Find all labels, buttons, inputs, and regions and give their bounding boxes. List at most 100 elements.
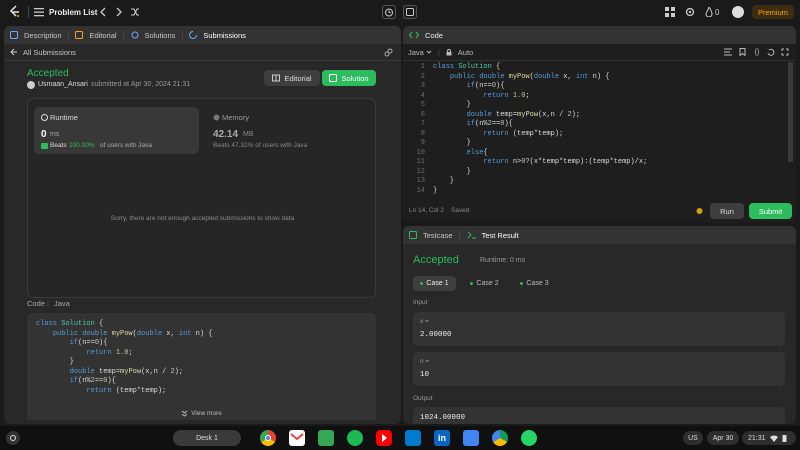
- chevron-left-icon[interactable]: [99, 7, 107, 17]
- left-panel: Description | Editorial | Solutions | Su…: [4, 26, 401, 424]
- line-numbers: 1 2 3 4 5 6 7 8 9 10 11 12 13 14: [416, 63, 425, 195]
- no-data-message: Sorry, there are not enough accepted sub…: [110, 215, 295, 222]
- editorial-button-label: Editorial: [284, 73, 312, 83]
- tab-test-result[interactable]: Test Result: [482, 231, 519, 240]
- braces-icon[interactable]: {}: [753, 48, 761, 56]
- submitted-time: submitted at Apr 30, 2024 21:31: [91, 81, 191, 88]
- leetcode-logo-icon[interactable]: [8, 5, 22, 19]
- editor-tab-bar: Code: [403, 26, 796, 44]
- list-icon[interactable]: [34, 7, 44, 17]
- language-select-value: Java: [408, 47, 424, 57]
- submitter-name[interactable]: Usmaan_Ansari: [38, 81, 88, 88]
- runtime-card[interactable]: Runtime 0 ms Beats 100.00% of users with…: [34, 107, 199, 154]
- runtime-beats-suffix: of users with Java: [100, 142, 153, 149]
- runtime-label: Runtime: [50, 113, 78, 122]
- test-tab-bar: Testcase | Test Result: [403, 226, 796, 244]
- notes-icon[interactable]: [403, 5, 417, 19]
- checkbox-icon: [409, 231, 417, 239]
- launcher-button[interactable]: [6, 431, 20, 445]
- input-n-label: n =: [420, 358, 430, 365]
- case-tab-1[interactable]: Case 1: [413, 276, 456, 291]
- output-box: 1024.00000: [413, 407, 785, 424]
- all-submissions-row: All Submissions: [4, 44, 401, 60]
- test-result-panel: Testcase | Test Result Accepted Runtime:…: [403, 226, 796, 424]
- settings-gear-icon[interactable]: [685, 7, 695, 17]
- view-more-button[interactable]: View more: [27, 400, 376, 420]
- shuffle-icon[interactable]: [130, 7, 140, 17]
- drive-icon[interactable]: [492, 430, 508, 446]
- runtime-beats-pct: 100.00%: [69, 142, 95, 149]
- editorial-button[interactable]: Editorial: [264, 70, 320, 86]
- result-status: Accepted: [413, 254, 459, 266]
- memory-beats: Beats 47.32% of users with Java: [213, 142, 308, 149]
- clock-time: 21:31: [748, 434, 766, 442]
- date-display[interactable]: Apr 30: [707, 431, 739, 445]
- linkedin-icon[interactable]: in: [434, 430, 450, 446]
- description-icon: [10, 31, 18, 39]
- input-label: Input: [413, 299, 428, 306]
- whatsapp-icon[interactable]: [521, 430, 537, 446]
- files-icon[interactable]: [463, 430, 479, 446]
- chevron-down-icon: [426, 49, 432, 55]
- view-more-label: View more: [191, 410, 222, 417]
- chrome-icon[interactable]: [260, 430, 276, 446]
- alarm-clock-icon[interactable]: [382, 5, 396, 19]
- sheets-icon[interactable]: [318, 430, 334, 446]
- link-share-icon[interactable]: [384, 48, 393, 57]
- memory-unit: MB: [243, 131, 254, 138]
- submission-status: Accepted: [27, 68, 69, 79]
- saved-status: Saved: [451, 207, 470, 214]
- runtime-value: 0: [41, 129, 47, 140]
- case-tab-label: Case 3: [526, 280, 549, 287]
- tab-testcase[interactable]: Testcase: [423, 231, 453, 240]
- debug-bug-icon[interactable]: [695, 206, 704, 215]
- run-button[interactable]: Run: [710, 203, 744, 219]
- tab-submissions[interactable]: Submissions: [203, 31, 246, 40]
- os-taskbar: Desk 1 in US Apr 30 21:31: [0, 426, 800, 450]
- case-pass-dot: [520, 282, 524, 285]
- chevron-right-icon[interactable]: [115, 7, 123, 17]
- memory-card[interactable]: Memory 42.14 MB Beats 47.32% of users wi…: [208, 107, 368, 154]
- problem-list-link[interactable]: Problem List: [49, 8, 97, 17]
- avatar[interactable]: [732, 6, 744, 18]
- code-label: Code: [27, 299, 45, 308]
- editor-scrollbar[interactable]: [788, 62, 793, 162]
- case-tab-label: Case 2: [476, 280, 499, 287]
- terminal-icon: [467, 231, 476, 239]
- left-tab-bar: Description | Editorial | Solutions | Su…: [4, 26, 401, 44]
- vscode-icon[interactable]: [405, 430, 421, 446]
- youtube-icon[interactable]: [376, 430, 392, 446]
- streak-fire-icon[interactable]: [705, 7, 713, 17]
- output-label: Output: [413, 395, 433, 402]
- code-editor-text[interactable]: class Solution { public double myPow(dou…: [433, 63, 783, 196]
- all-submissions-link[interactable]: All Submissions: [23, 48, 76, 57]
- tab-solutions[interactable]: Solutions: [145, 31, 176, 40]
- solutions-icon: [131, 31, 139, 39]
- locale-indicator[interactable]: US: [683, 431, 703, 445]
- arrow-left-icon[interactable]: [10, 48, 18, 56]
- layout-grid-icon[interactable]: [665, 7, 675, 17]
- book-icon: [272, 74, 281, 82]
- code-editor-panel: Code Java | Auto {} 1 2 3 4 5 6 7 8 9 10 11 12 13 14 …: [403, 26, 796, 222]
- language-select[interactable]: Java: [408, 48, 432, 57]
- submit-button[interactable]: Submit: [749, 203, 792, 219]
- case-tab-3[interactable]: Case 3: [513, 276, 556, 291]
- desk-switcher[interactable]: Desk 1: [173, 430, 241, 446]
- code-language: Java: [54, 299, 70, 308]
- tab-editorial[interactable]: Editorial: [89, 31, 116, 40]
- reset-icon[interactable]: [767, 48, 775, 56]
- bookmark-icon[interactable]: [739, 48, 746, 56]
- tab-description[interactable]: Description: [24, 31, 62, 40]
- case-tab-2[interactable]: Case 2: [463, 276, 506, 291]
- auto-mode[interactable]: Auto: [458, 48, 473, 57]
- status-tray[interactable]: 21:31: [742, 431, 796, 445]
- input-x-value: 2.00000: [420, 331, 452, 339]
- input-x-label: x =: [420, 318, 429, 325]
- expand-icon[interactable]: [781, 48, 789, 56]
- spotify-icon[interactable]: [347, 430, 363, 446]
- format-icon[interactable]: [724, 48, 732, 56]
- clock-icon: [41, 114, 48, 121]
- premium-button[interactable]: Premium: [752, 5, 794, 19]
- gmail-icon[interactable]: [289, 430, 305, 446]
- solution-button[interactable]: Solution: [322, 70, 376, 86]
